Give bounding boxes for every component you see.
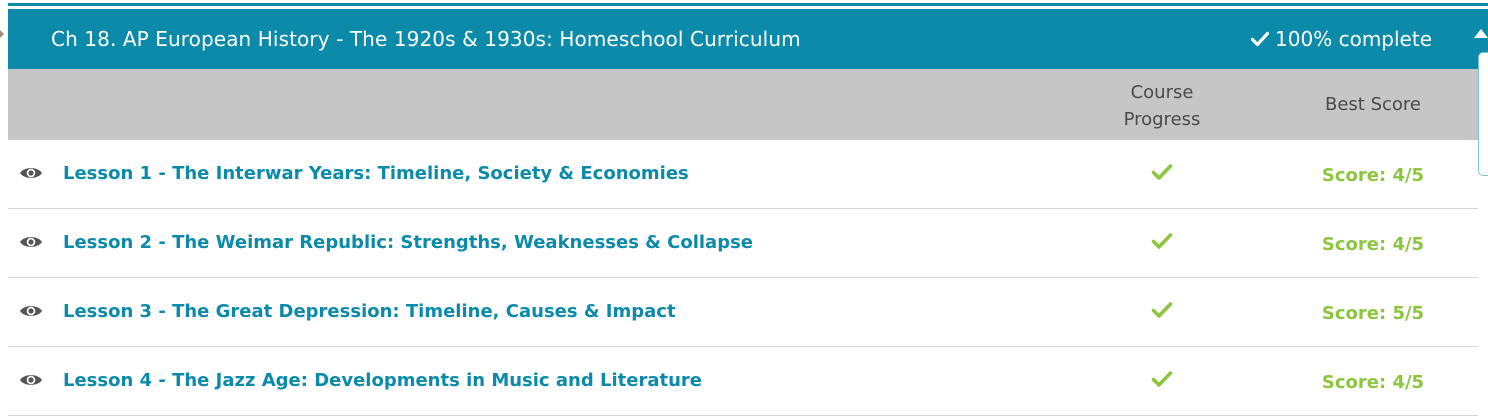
lesson-score: Score: 4/5 [1321, 165, 1425, 186]
eye-icon[interactable] [19, 302, 43, 324]
lesson-row: Lesson 2 - The Weimar Republic: Strength… [8, 209, 1478, 278]
lesson-row: Lesson 3 - The Great Depression: Timelin… [8, 278, 1478, 347]
checkmark-icon [1151, 301, 1173, 323]
checkmark-icon [1151, 370, 1173, 392]
chapter-header[interactable]: Ch 18. AP European History - The 1920s &… [8, 9, 1488, 69]
chapter-title[interactable]: Ch 18. AP European History - The 1920s &… [51, 27, 801, 51]
scrollbar[interactable] [1478, 52, 1488, 176]
lesson-link[interactable]: Lesson 1 - The Interwar Years: Timeline,… [63, 163, 689, 184]
lesson-score: Score: 5/5 [1321, 303, 1425, 324]
lesson-score: Score: 4/5 [1321, 372, 1425, 393]
eye-icon[interactable] [19, 371, 43, 393]
lesson-row: Lesson 1 - The Interwar Years: Timeline,… [8, 140, 1478, 209]
column-header-progress-line1: Course [1130, 82, 1194, 103]
checkmark-icon [1251, 31, 1270, 47]
left-arrow-icon [0, 30, 4, 38]
column-header-progress-line2: Progress [1123, 109, 1201, 130]
lesson-list: Lesson 1 - The Interwar Years: Timeline,… [8, 140, 1478, 416]
lesson-score: Score: 4/5 [1321, 234, 1425, 255]
lesson-link[interactable]: Lesson 2 - The Weimar Republic: Strength… [63, 232, 753, 253]
column-header-progress: Course Progress [1104, 79, 1220, 133]
column-header-score: Best Score [1325, 94, 1421, 115]
table-header: Course Progress Best Score [8, 69, 1478, 140]
lesson-link[interactable]: Lesson 3 - The Great Depression: Timelin… [63, 301, 676, 322]
lesson-link[interactable]: Lesson 4 - The Jazz Age: Developments in… [63, 370, 702, 391]
caret-up-icon[interactable] [1474, 29, 1488, 38]
completion-text: 100% complete [1275, 27, 1432, 51]
checkmark-icon [1151, 232, 1173, 254]
lesson-row: Lesson 4 - The Jazz Age: Developments in… [8, 347, 1478, 416]
eye-icon[interactable] [19, 164, 43, 186]
eye-icon[interactable] [19, 233, 43, 255]
checkmark-icon [1151, 163, 1173, 185]
top-border [8, 0, 1488, 6]
chapter-completion: 100% complete [1251, 27, 1432, 51]
